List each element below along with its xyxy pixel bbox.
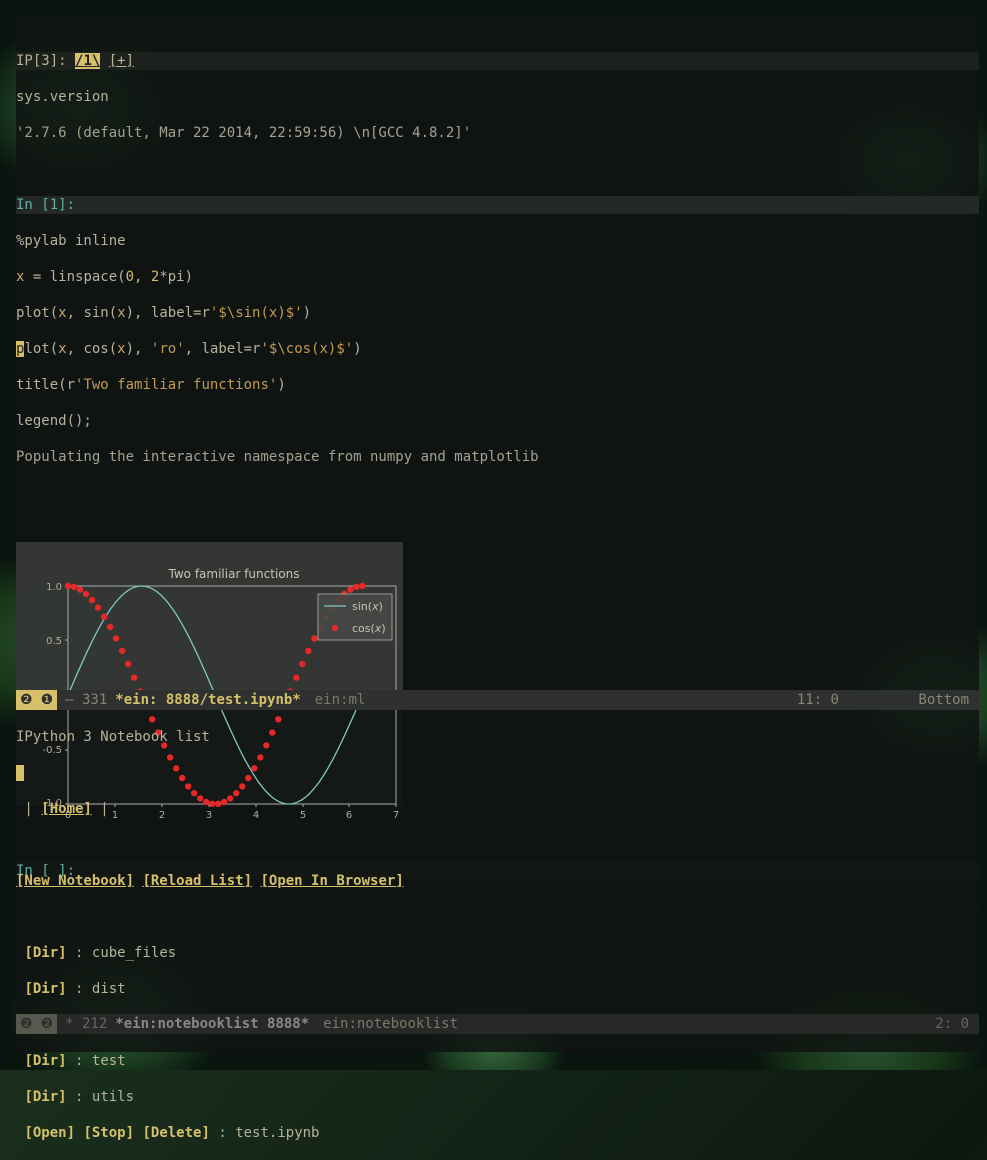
state-badge: ❷ <box>37 1014 58 1034</box>
code-line[interactable]: sys.version <box>16 88 979 106</box>
blank-line <box>16 836 979 854</box>
dir-badge[interactable]: [Dir] <box>24 1089 66 1105</box>
cursor-position: 11: 0 <box>797 692 839 708</box>
plot-output: Two familiar functions 1.0 0.5 0.0 -0.5 … <box>16 542 403 806</box>
scroll-indicator: Bottom <box>918 692 969 708</box>
window-number-icon: ❷ <box>16 1014 37 1034</box>
svg-text:-0.5: -0.5 <box>42 745 62 756</box>
legend: sin(x) cos(x) <box>318 594 392 640</box>
modeline-top: ❷❶ – 331 *ein: 8888/test.ipynb* ein:ml 1… <box>16 690 979 710</box>
cursor <box>16 765 24 781</box>
tab-prefix: IP[3]: <box>16 53 67 69</box>
code-line[interactable]: legend(); <box>16 412 979 430</box>
svg-text:6: 6 <box>346 810 352 821</box>
output-line: '2.7.6 (default, Mar 22 2014, 22:59:56) … <box>16 124 979 142</box>
state-badge: ❶ <box>37 690 58 710</box>
output-line: Populating the interactive namespace fro… <box>16 448 979 466</box>
buffer-name[interactable]: *ein: 8888/test.ipynb* <box>115 692 300 708</box>
window-number-icon: ❷ <box>16 690 37 710</box>
stop-button[interactable]: [Stop] <box>83 1125 134 1141</box>
list-item[interactable]: [Open] [Stop] [Delete] : test.ipynb <box>16 1124 979 1142</box>
open-browser-button[interactable]: [Open In Browser] <box>260 873 403 889</box>
list-item[interactable]: [Dir] : dist <box>16 980 979 998</box>
major-mode: ein:notebooklist <box>309 1016 458 1032</box>
code-line[interactable]: %pylab inline <box>16 232 979 250</box>
cell-prompt: In [1]: <box>16 196 979 214</box>
major-mode: ein:ml <box>301 692 366 708</box>
svg-text:1.0: 1.0 <box>46 582 62 593</box>
list-item[interactable]: [Dir] : cube_files <box>16 944 979 962</box>
list-item[interactable]: [Dir] : test <box>16 1052 979 1070</box>
tab-add[interactable]: [+] <box>109 53 134 69</box>
buffer-name[interactable]: *ein:notebooklist 8888* <box>115 1016 309 1032</box>
new-notebook-button[interactable]: [New Notebook] <box>16 873 134 889</box>
cursor-position: 2: 0 <box>935 1016 969 1032</box>
svg-text:3: 3 <box>206 810 212 821</box>
svg-text:4: 4 <box>253 810 259 821</box>
code-line[interactable]: plot(x, sin(x), label=r'$\sin(x)$') <box>16 304 979 322</box>
svg-text:7: 7 <box>393 810 399 821</box>
notebook-pane[interactable]: IP[3]: /1\ [+] sys.version '2.7.6 (defau… <box>16 16 979 690</box>
dir-badge[interactable]: [Dir] <box>24 981 66 997</box>
chart-title: Two familiar functions <box>168 567 300 581</box>
dir-badge[interactable]: [Dir] <box>24 1053 66 1069</box>
dir-badge[interactable]: [Dir] <box>24 945 66 961</box>
svg-text:sin(x): sin(x) <box>352 600 383 613</box>
blank-line <box>16 160 979 178</box>
nblist-title: IPython 3 Notebook list <box>16 728 979 746</box>
list-item[interactable]: [Dir] : utils <box>16 1088 979 1106</box>
svg-text:5: 5 <box>300 810 306 821</box>
code-line[interactable]: title(r'Two familiar functions') <box>16 376 979 394</box>
svg-text:0.5: 0.5 <box>46 636 62 647</box>
modeline-bottom: ❷❷ * 212 *ein:notebooklist 8888* ein:not… <box>16 1014 979 1034</box>
reload-list-button[interactable]: [Reload List] <box>142 873 252 889</box>
tab-bar: IP[3]: /1\ [+] <box>16 52 979 70</box>
delete-button[interactable]: [Delete] <box>142 1125 209 1141</box>
blank-line <box>16 908 979 926</box>
minibuffer[interactable] <box>16 1034 979 1052</box>
open-button[interactable]: [Open] <box>24 1125 75 1141</box>
blank-line <box>16 484 979 502</box>
home-link[interactable]: [Home] <box>41 801 92 817</box>
code-line[interactable]: x = linspace(0, 2*pi) <box>16 268 979 286</box>
svg-text:2: 2 <box>159 810 165 821</box>
tab-active[interactable]: /1\ <box>75 53 100 69</box>
svg-text:cos(x): cos(x) <box>352 622 386 635</box>
code-line-cursor[interactable]: plot(x, cos(x), 'ro', label=r'$\cos(x)$'… <box>16 340 979 358</box>
